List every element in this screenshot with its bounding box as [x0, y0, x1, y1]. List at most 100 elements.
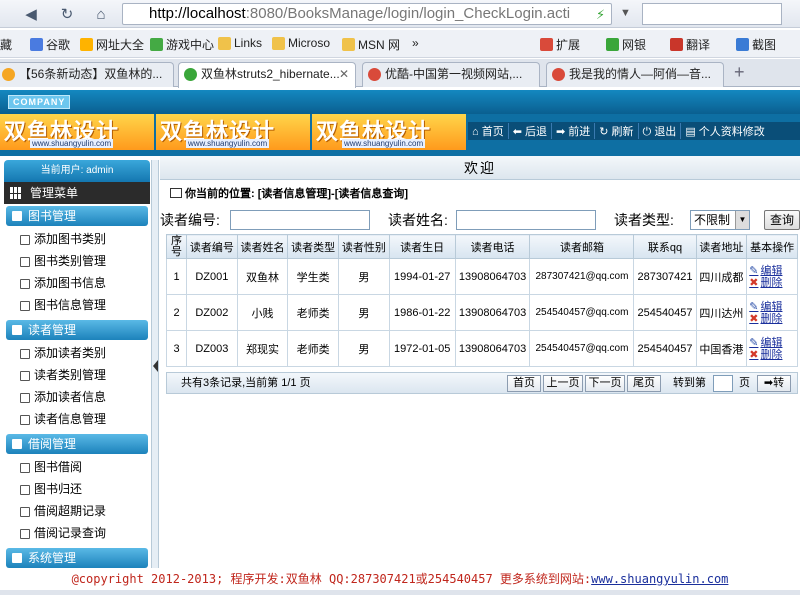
collapse-arrow-icon[interactable] — [153, 360, 158, 372]
cell: 3 — [166, 330, 187, 367]
cell: 学生类 — [287, 258, 340, 295]
lightning-icon[interactable]: ⚡ — [596, 7, 605, 23]
col-header: 读者类型 — [287, 234, 340, 259]
logout-button[interactable]: ⏻ 退出 — [639, 123, 682, 139]
last-page-button[interactable]: 尾页 — [627, 375, 661, 392]
profile-edit-button[interactable]: ▤ 个人资料修改 — [681, 123, 768, 139]
tab-title: 【56条新动态】双鱼林的... — [19, 67, 163, 81]
search-button[interactable]: 查询 — [764, 210, 800, 230]
goto-page-input[interactable] — [713, 375, 733, 392]
chevron-down-icon[interactable]: ▼ — [620, 7, 631, 19]
bookmark-label: 扩展 — [556, 38, 581, 52]
bookmark-label: 谷歌 — [46, 38, 71, 52]
delete-label: 删除 — [760, 312, 783, 325]
delete-icon: ✖ — [749, 312, 759, 325]
bookmark-item[interactable]: Links — [218, 36, 262, 50]
browser-tab[interactable]: 优酷-中国第一视频网站,... — [362, 62, 540, 87]
url-path: :8080/BooksManage/login/login_CheckLogin… — [245, 5, 571, 22]
group-label: 读者管理 — [28, 323, 77, 337]
reader-type-select[interactable]: 不限制 ▼ — [690, 210, 750, 230]
bookmark-item[interactable]: 游戏中心 — [150, 36, 214, 53]
forward-button[interactable]: ➡ 前进 — [552, 123, 596, 139]
delete-icon: ✖ — [749, 348, 759, 361]
address-bar[interactable]: http://localhost:8080/BooksManage/login/… — [122, 3, 612, 25]
bookmark-label: Microso — [288, 36, 331, 50]
delete-link[interactable]: ✖ 删除 — [749, 277, 795, 289]
delete-link[interactable]: ✖ 删除 — [749, 313, 795, 325]
toolbar-label: 退出 — [654, 126, 677, 138]
bookmark-item[interactable]: 截图 — [736, 36, 776, 53]
menu-group-borrow[interactable]: 借阅管理 — [6, 434, 148, 454]
page-icon — [184, 68, 197, 81]
close-icon[interactable]: ✕ — [339, 63, 349, 85]
edit-label: 编辑 — [760, 264, 783, 277]
edit-link[interactable]: ✎ 编辑 — [749, 337, 795, 349]
col-header: 联系qq — [633, 234, 697, 259]
browser-tab-active[interactable]: 双鱼林struts2_hibernate... ✕ — [178, 62, 356, 88]
search-row: 读者编号: 读者姓名: 读者类型: 不限制 ▼ 查询 — [160, 208, 800, 232]
home-icon[interactable]: ⌂ — [90, 3, 112, 25]
footer-link[interactable]: www.shuangyulin.com — [591, 572, 728, 586]
col-header: 读者生日 — [388, 234, 456, 259]
bookmark-item[interactable]: 翻译 — [670, 36, 710, 53]
breadcrumb: 你当前的位置: [读者信息管理]-[读者信息查询] — [170, 184, 800, 204]
col-header: 读者电话 — [454, 234, 531, 259]
back-arrow-icon[interactable]: ◀ — [20, 3, 42, 25]
bookmark-item[interactable]: 谷歌 — [30, 36, 70, 53]
edit-link[interactable]: ✎ 编辑 — [749, 301, 795, 313]
browser-tab[interactable]: 我是我的情人—阿俏—音... — [546, 62, 724, 87]
cell: 1972-01-05 — [388, 330, 456, 367]
menu-item[interactable]: 借阅超期记录 — [20, 502, 106, 520]
menu-item[interactable]: 添加读者信息 — [20, 388, 106, 406]
refresh-button[interactable]: ↻ 刷新 — [595, 123, 639, 139]
browser-search-input[interactable] — [642, 3, 782, 25]
menu-item[interactable]: 图书类别管理 — [20, 252, 106, 270]
menu-item[interactable]: 图书归还 — [20, 480, 82, 498]
music-icon — [552, 68, 565, 81]
new-tab-icon[interactable]: + — [734, 62, 745, 83]
bookmark-item[interactable]: Microso — [272, 36, 330, 50]
bookmark-item[interactable]: 网址大全 — [80, 36, 144, 53]
menu-item[interactable]: 添加图书信息 — [20, 274, 106, 292]
go-button[interactable]: ➡转 — [757, 375, 791, 392]
table-icon — [170, 188, 182, 198]
menu-item[interactable]: 借阅记录查询 — [20, 524, 106, 542]
sidebar-splitter[interactable] — [151, 160, 159, 568]
next-page-button[interactable]: 下一页 — [585, 375, 625, 392]
bookmark-label: Links — [234, 36, 263, 50]
menu-group-readers[interactable]: 读者管理 — [6, 320, 148, 340]
cell: 254540457@qq.com — [529, 294, 635, 331]
game-icon — [150, 38, 163, 51]
menu-item[interactable]: 读者类别管理 — [20, 366, 106, 384]
menu-item[interactable]: 添加图书类别 — [20, 230, 106, 248]
col-header: 序号 — [166, 234, 187, 259]
toolbar-label: 个人资料修改 — [698, 126, 765, 138]
refresh-icon[interactable]: ↻ — [56, 3, 78, 25]
goto-label: 转到第 — [673, 377, 706, 389]
menu-item[interactable]: 添加读者类别 — [20, 344, 106, 362]
delete-link[interactable]: ✖ 删除 — [749, 349, 795, 361]
menu-item[interactable]: 图书信息管理 — [20, 296, 106, 314]
back-button[interactable]: ⬅ 后退 — [509, 123, 552, 139]
chevron-down-icon[interactable]: ▼ — [735, 211, 749, 229]
reader-no-input[interactable] — [230, 210, 370, 230]
reader-name-input[interactable] — [456, 210, 596, 230]
menu-group-system[interactable]: 系统管理 — [6, 548, 148, 568]
first-page-button[interactable]: 首页 — [507, 375, 541, 392]
edit-link[interactable]: ✎ 编辑 — [749, 265, 795, 277]
folder-icon — [342, 38, 355, 51]
bookmark-item[interactable]: MSN 网 — [342, 36, 400, 53]
welcome-bar: 欢迎 — [160, 156, 800, 180]
banner-logo: 双鱼林设计 www.shuangyulin.com — [156, 114, 310, 150]
company-bar — [0, 90, 800, 114]
home-button[interactable]: ⌂ 首页 — [468, 123, 509, 139]
menu-item[interactable]: 读者信息管理 — [20, 410, 106, 428]
bookmarks-overflow[interactable]: » — [412, 36, 419, 50]
bookmark-item[interactable]: 网银 — [606, 36, 646, 53]
browser-tab[interactable]: 【56条新动态】双鱼林的... — [0, 62, 174, 87]
menu-item[interactable]: 图书借阅 — [20, 458, 82, 476]
bookmark-item[interactable]: 藏 — [0, 36, 12, 53]
prev-page-button[interactable]: 上一页 — [543, 375, 583, 392]
menu-group-books[interactable]: 图书管理 — [6, 206, 148, 226]
bookmark-item[interactable]: 扩展 — [540, 36, 580, 53]
